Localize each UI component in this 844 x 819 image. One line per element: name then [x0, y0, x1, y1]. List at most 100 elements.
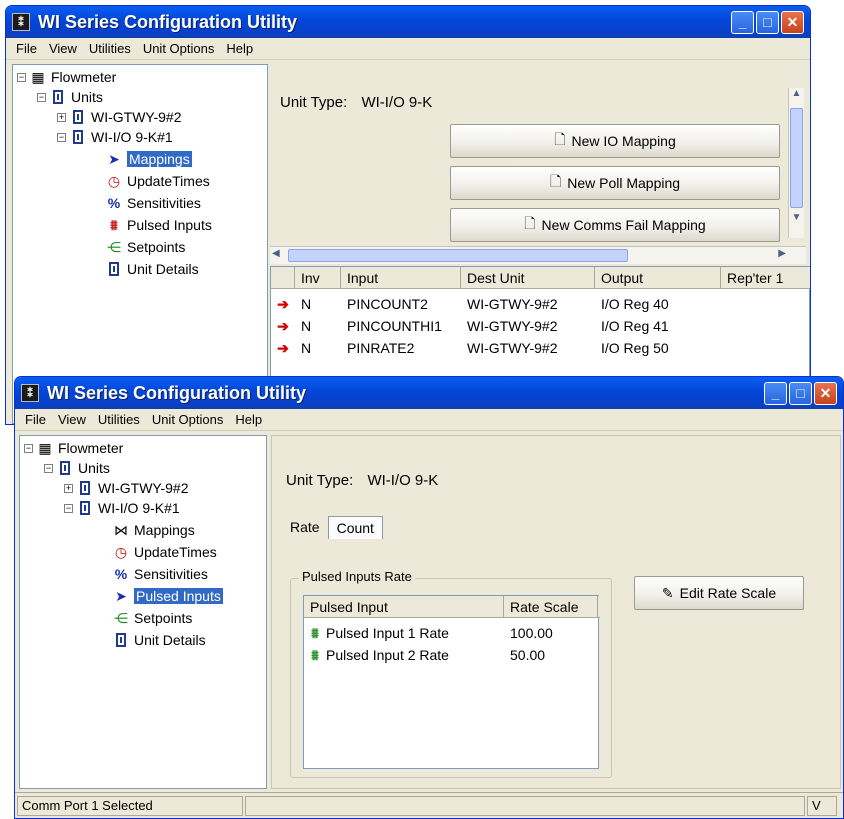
- col-output[interactable]: Output: [595, 267, 721, 288]
- table-row[interactable]: ➔ N PINRATE2 WI-GTWY-9#2 I/O Reg 50: [271, 337, 721, 359]
- tree-node-setpoints[interactable]: ⋲ Setpoints: [112, 608, 192, 628]
- scroll-thumb[interactable]: [790, 108, 803, 208]
- pulsed-inputs-rate-group: Pulsed Inputs Rate Pulsed Input Rate Sca…: [290, 569, 612, 778]
- status-text: Comm Port 1 Selected: [17, 795, 243, 816]
- tree-node-units[interactable]: − Units: [44, 458, 110, 478]
- expand-icon[interactable]: +: [57, 112, 66, 122]
- col-rate-scale[interactable]: Rate Scale: [504, 596, 598, 617]
- tree-node-unit-details[interactable]: Unit Details: [112, 630, 206, 650]
- menu-view[interactable]: View: [52, 412, 92, 427]
- unit-details-icon: [105, 260, 123, 278]
- new-comms-fail-mapping-button[interactable]: 🗋 New Comms Fail Mapping: [450, 208, 780, 242]
- col-dest-unit[interactable]: Dest Unit: [461, 267, 595, 288]
- col-pulsed-input[interactable]: Pulsed Input: [304, 596, 504, 617]
- collapse-icon[interactable]: −: [17, 72, 26, 82]
- new-poll-mapping-button[interactable]: 🗋 New Poll Mapping: [450, 166, 780, 200]
- col-inv[interactable]: Inv: [295, 267, 341, 288]
- unit-icon: [69, 108, 87, 126]
- arrow-right-icon: ➔: [277, 317, 289, 334]
- menu-unit-options[interactable]: Unit Options: [146, 412, 230, 427]
- tree-node-pulsed-inputs[interactable]: ➤ Pulsed Inputs: [112, 586, 223, 606]
- clock-icon: ◷: [114, 543, 128, 560]
- table-row[interactable]: ➔ N PINCOUNTHI1 WI-GTWY-9#2 I/O Reg 41: [271, 315, 721, 337]
- close-button[interactable]: ✕: [781, 10, 804, 34]
- h-scroll-thumb[interactable]: [288, 249, 628, 262]
- menu-help[interactable]: Help: [220, 41, 259, 56]
- percent-icon: %: [114, 566, 128, 582]
- menu-unit-options[interactable]: Unit Options: [137, 41, 221, 56]
- menu-view[interactable]: View: [43, 41, 83, 56]
- unit-tree[interactable]: − ▦ Flowmeter − Units + WI-GTWY-9#2 − WI…: [19, 435, 267, 789]
- edit-rate-scale-button[interactable]: ✎ Edit Rate Scale: [634, 576, 804, 610]
- menu-utilities[interactable]: Utilities: [83, 41, 137, 56]
- new-io-mapping-button[interactable]: 🗋 New IO Mapping: [450, 124, 780, 158]
- status-bar: Comm Port 1 Selected V: [15, 792, 843, 818]
- list-item[interactable]: ⩩ Pulsed Input 2 Rate 50.00: [304, 644, 598, 666]
- title-bar[interactable]: ⁑ WI Series Configuration Utility _ □ ✕: [15, 377, 843, 409]
- collapse-icon[interactable]: −: [37, 92, 46, 102]
- scroll-right-icon[interactable]: ▶: [778, 248, 786, 259]
- collapse-icon[interactable]: −: [57, 132, 66, 142]
- menu-utilities[interactable]: Utilities: [92, 412, 146, 427]
- maximize-button[interactable]: □: [789, 381, 812, 405]
- units-icon: [56, 459, 74, 477]
- status-panel: [245, 795, 805, 816]
- tree-node-flowmeter[interactable]: − ▦ Flowmeter: [24, 438, 123, 458]
- maximize-button[interactable]: □: [756, 10, 779, 34]
- horizontal-scrollbar[interactable]: ◀ ▶: [270, 246, 806, 264]
- tree-node-pulsed-inputs[interactable]: ⩩ Pulsed Inputs: [105, 215, 212, 235]
- minimize-button[interactable]: _: [764, 381, 787, 405]
- scroll-up-icon[interactable]: ▲: [789, 88, 804, 104]
- list-item[interactable]: ⩩ Pulsed Input 1 Rate 100.00: [304, 622, 598, 644]
- collapse-icon[interactable]: −: [44, 463, 53, 473]
- scroll-down-icon[interactable]: ▼: [789, 212, 804, 228]
- unit-tree[interactable]: − ▦ Flowmeter − Units + WI-GTWY-9#2 − WI…: [12, 64, 268, 424]
- menu-file[interactable]: File: [10, 41, 43, 56]
- app-icon: ⁑: [21, 384, 39, 402]
- close-button[interactable]: ✕: [814, 381, 837, 405]
- app-icon: ⁑: [12, 13, 30, 31]
- new-doc-icon: 🗋: [554, 131, 566, 147]
- setpoint-icon: ⋲: [114, 609, 128, 626]
- tree-node-updatetimes[interactable]: ◷ UpdateTimes: [105, 171, 210, 191]
- tree-node-unit-details[interactable]: Unit Details: [105, 259, 199, 279]
- title-bar[interactable]: ⁑ WI Series Configuration Utility _ □ ✕: [6, 6, 810, 38]
- tree-node-io-unit[interactable]: − WI-I/O 9-K#1: [57, 127, 173, 147]
- tree-node-mappings[interactable]: ➤ Mappings: [105, 149, 192, 169]
- expand-icon[interactable]: +: [64, 483, 73, 493]
- tree-node-updatetimes[interactable]: ◷ UpdateTimes: [112, 542, 217, 562]
- collapse-icon[interactable]: −: [24, 443, 33, 453]
- tab-count[interactable]: Count: [327, 516, 383, 539]
- arrow-icon: ➤: [108, 150, 120, 167]
- col-repeater-1[interactable]: Rep'ter 1: [721, 267, 810, 288]
- collapse-icon[interactable]: −: [64, 503, 73, 513]
- tree-node-sensitivities[interactable]: % Sensitivities: [112, 564, 208, 584]
- mapping-panel: Unit Type: WI-I/O 9-K 🗋 New IO Mapping 🗋…: [270, 86, 806, 246]
- tree-node-gateway[interactable]: + WI-GTWY-9#2: [57, 107, 182, 127]
- vertical-scrollbar[interactable]: ▲ ▼: [788, 88, 804, 238]
- menu-file[interactable]: File: [19, 412, 52, 427]
- list-header: Pulsed Input Rate Scale: [304, 596, 600, 618]
- tree-node-units[interactable]: − Units: [37, 87, 103, 107]
- tree-node-setpoints[interactable]: ⋲ Setpoints: [105, 237, 185, 257]
- menu-bar: File View Utilities Unit Options Help: [6, 38, 810, 60]
- menu-help[interactable]: Help: [229, 412, 268, 427]
- pulsed-inputs-panel: Unit Type: WI-I/O 9-K Rate Count Pulsed …: [271, 435, 841, 789]
- tree-node-sensitivities[interactable]: % Sensitivities: [105, 193, 201, 213]
- pulsed-inputs-list[interactable]: Pulsed Input Rate Scale ⩩ Pulsed Input 1…: [303, 595, 600, 769]
- tree-node-io-unit[interactable]: − WI-I/O 9-K#1: [64, 498, 180, 518]
- table-row[interactable]: ➔ N PINCOUNT2 WI-GTWY-9#2 I/O Reg 40: [271, 293, 721, 315]
- window-mappings: ⁑ WI Series Configuration Utility _ □ ✕ …: [5, 5, 811, 425]
- arrow-right-icon: ➔: [277, 339, 289, 356]
- window-pulsed-inputs: ⁑ WI Series Configuration Utility _ □ ✕ …: [14, 376, 844, 819]
- minimize-button[interactable]: _: [731, 10, 754, 34]
- col-input[interactable]: Input: [341, 267, 461, 288]
- tree-node-mappings[interactable]: ⋈ Mappings: [112, 520, 195, 540]
- tab-rate[interactable]: Rate: [282, 516, 328, 539]
- arrow-icon: ➤: [115, 587, 127, 604]
- tree-node-gateway[interactable]: + WI-GTWY-9#2: [64, 478, 189, 498]
- flowmeter-icon: ▦: [38, 439, 52, 456]
- tree-node-flowmeter[interactable]: − ▦ Flowmeter: [17, 67, 116, 87]
- unit-type-row: Unit Type: WI-I/O 9-K: [280, 94, 433, 111]
- scroll-left-icon[interactable]: ◀: [272, 248, 280, 259]
